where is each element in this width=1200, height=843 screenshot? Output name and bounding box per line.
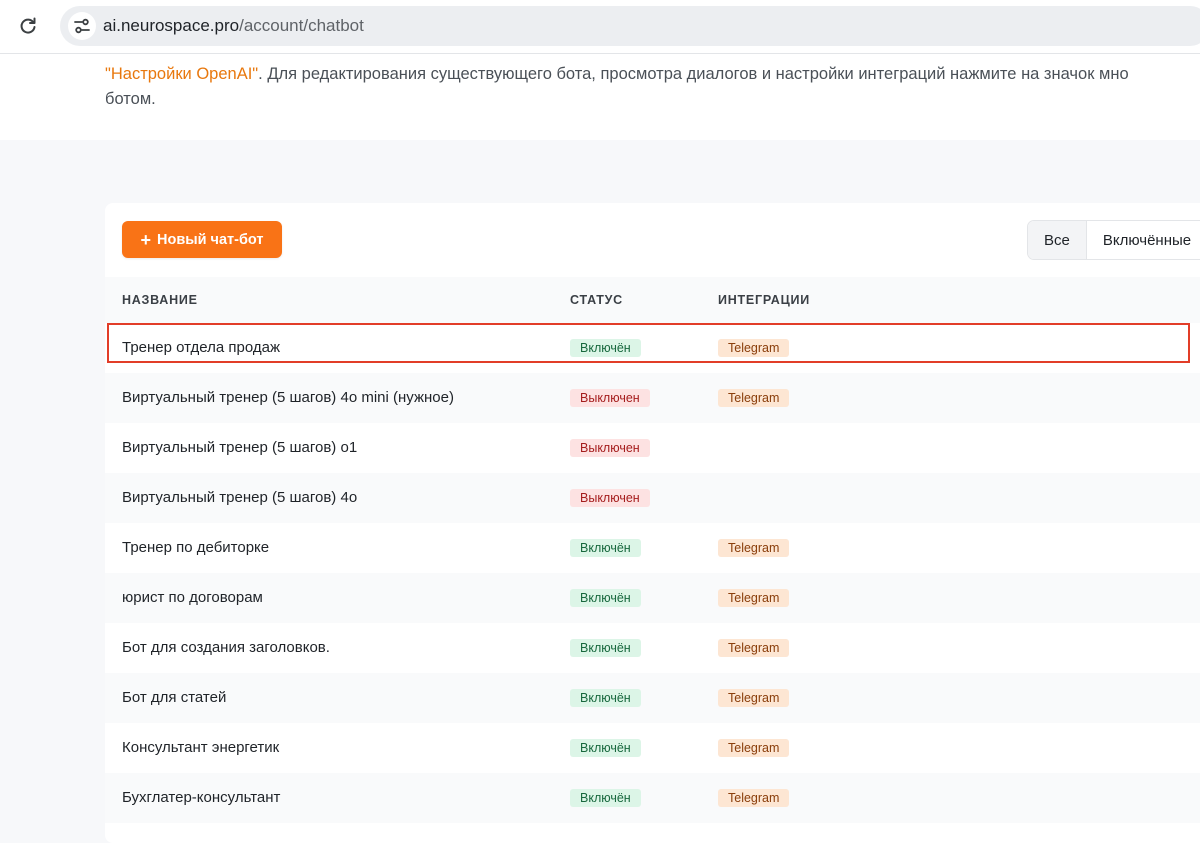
table-row[interactable]: Бот для создания заголовков. Включён Teleg…	[105, 623, 1200, 673]
header-status: СТАТУС	[570, 293, 623, 307]
status-badge: Включён	[570, 639, 641, 657]
url-path: /account/chatbot	[239, 16, 364, 35]
header-name: НАЗВАНИЕ	[122, 293, 198, 307]
intro-paragraph: "Настройки OpenAI". Для редактирования с…	[105, 62, 1200, 112]
table-row[interactable]: Бухглатер-консультант Включён Telegram	[105, 773, 1200, 823]
chatbot-name[interactable]: Виртуальный тренер (5 шагов) 4o mini (ну…	[122, 389, 454, 406]
status-badge: Включён	[570, 539, 641, 557]
chatbot-name[interactable]: Тренер по дебиторке	[122, 539, 269, 556]
status-badge: Включён	[570, 739, 641, 757]
integration-badge: Telegram	[718, 339, 790, 357]
table-header: НАЗВАНИЕ СТАТУС ИНТЕГРАЦИИ	[105, 277, 1200, 323]
plus-icon: +	[140, 229, 151, 250]
integration-badge: Telegram	[718, 739, 790, 757]
table-row[interactable]: Виртуальный тренер (5 шагов) 4o Выключен	[105, 473, 1200, 523]
table-row[interactable]: юрист по договорам Включён Telegram	[105, 573, 1200, 623]
table-row[interactable]: Виртуальный тренер (5 шагов) 4o mini (ну…	[105, 373, 1200, 423]
chatbot-name[interactable]: Бухглатер-консультант	[122, 789, 280, 806]
header-integrations: ИНТЕГРАЦИИ	[718, 293, 810, 307]
integration-badge: Telegram	[718, 689, 790, 707]
chatbot-name[interactable]: юрист по договорам	[122, 589, 263, 606]
intro-text-line2: ботом.	[105, 90, 156, 108]
table-row[interactable]: Консультант энергетик Включён Telegram	[105, 723, 1200, 773]
chatbot-name[interactable]: Тренер отдела продаж	[122, 339, 280, 356]
chatbot-name[interactable]: Виртуальный тренер (5 шагов) o1	[122, 439, 357, 456]
site-settings-icon[interactable]	[68, 12, 96, 40]
status-badge: Включён	[570, 589, 641, 607]
intro-text-line1: . Для редактирования существующего бота,…	[258, 65, 1129, 83]
new-chatbot-button[interactable]: + Новый чат-бот	[122, 221, 282, 258]
filter-enabled[interactable]: Включённые	[1087, 221, 1200, 259]
address-bar[interactable]: ai.neurospace.pro/account/chatbot	[60, 6, 1200, 46]
status-badge: Включён	[570, 689, 641, 707]
filter-all[interactable]: Все	[1028, 221, 1087, 259]
status-badge: Выключен	[570, 489, 650, 507]
table-body: Тренер отдела продаж Включён Telegram Вирту…	[105, 323, 1200, 823]
status-badge: Выключен	[570, 389, 650, 407]
status-badge: Включён	[570, 339, 641, 357]
integration-badge: Telegram	[718, 639, 790, 657]
table-row[interactable]: Тренер по дебиторке Включён Telegram	[105, 523, 1200, 573]
status-badge: Включён	[570, 789, 641, 807]
integration-badge: Telegram	[718, 589, 790, 607]
chatbot-name[interactable]: Бот для создания заголовков.	[122, 639, 330, 656]
table-row[interactable]: Тренер отдела продаж Включён Telegram	[105, 323, 1200, 373]
openai-settings-link[interactable]: "Настройки OpenAI"	[105, 65, 258, 83]
chatbot-name[interactable]: Бот для статей	[122, 689, 226, 706]
reload-icon[interactable]	[16, 14, 40, 38]
url-text[interactable]: ai.neurospace.pro/account/chatbot	[103, 16, 364, 36]
table-row[interactable]: Бот для статей Включён Telegram	[105, 673, 1200, 723]
new-chatbot-label: Новый чат-бот	[156, 231, 264, 248]
page-intro: "Настройки OpenAI". Для редактирования с…	[0, 54, 1200, 140]
integration-badge: Telegram	[718, 539, 790, 557]
browser-toolbar: ai.neurospace.pro/account/chatbot	[0, 0, 1200, 54]
integration-badge: Telegram	[718, 389, 790, 407]
integration-badge: Telegram	[718, 789, 790, 807]
table-row[interactable]: Виртуальный тренер (5 шагов) o1 Выключен	[105, 423, 1200, 473]
url-host: ai.neurospace.pro	[103, 16, 240, 35]
chatbot-list-card: + Новый чат-бот Все Включённые НАЗВАНИЕ …	[105, 203, 1200, 843]
chatbot-name[interactable]: Виртуальный тренер (5 шагов) 4o	[122, 489, 357, 506]
status-badge: Выключен	[570, 439, 650, 457]
chatbot-name[interactable]: Консультант энергетик	[122, 739, 279, 756]
status-filter-group: Все Включённые	[1027, 220, 1200, 260]
